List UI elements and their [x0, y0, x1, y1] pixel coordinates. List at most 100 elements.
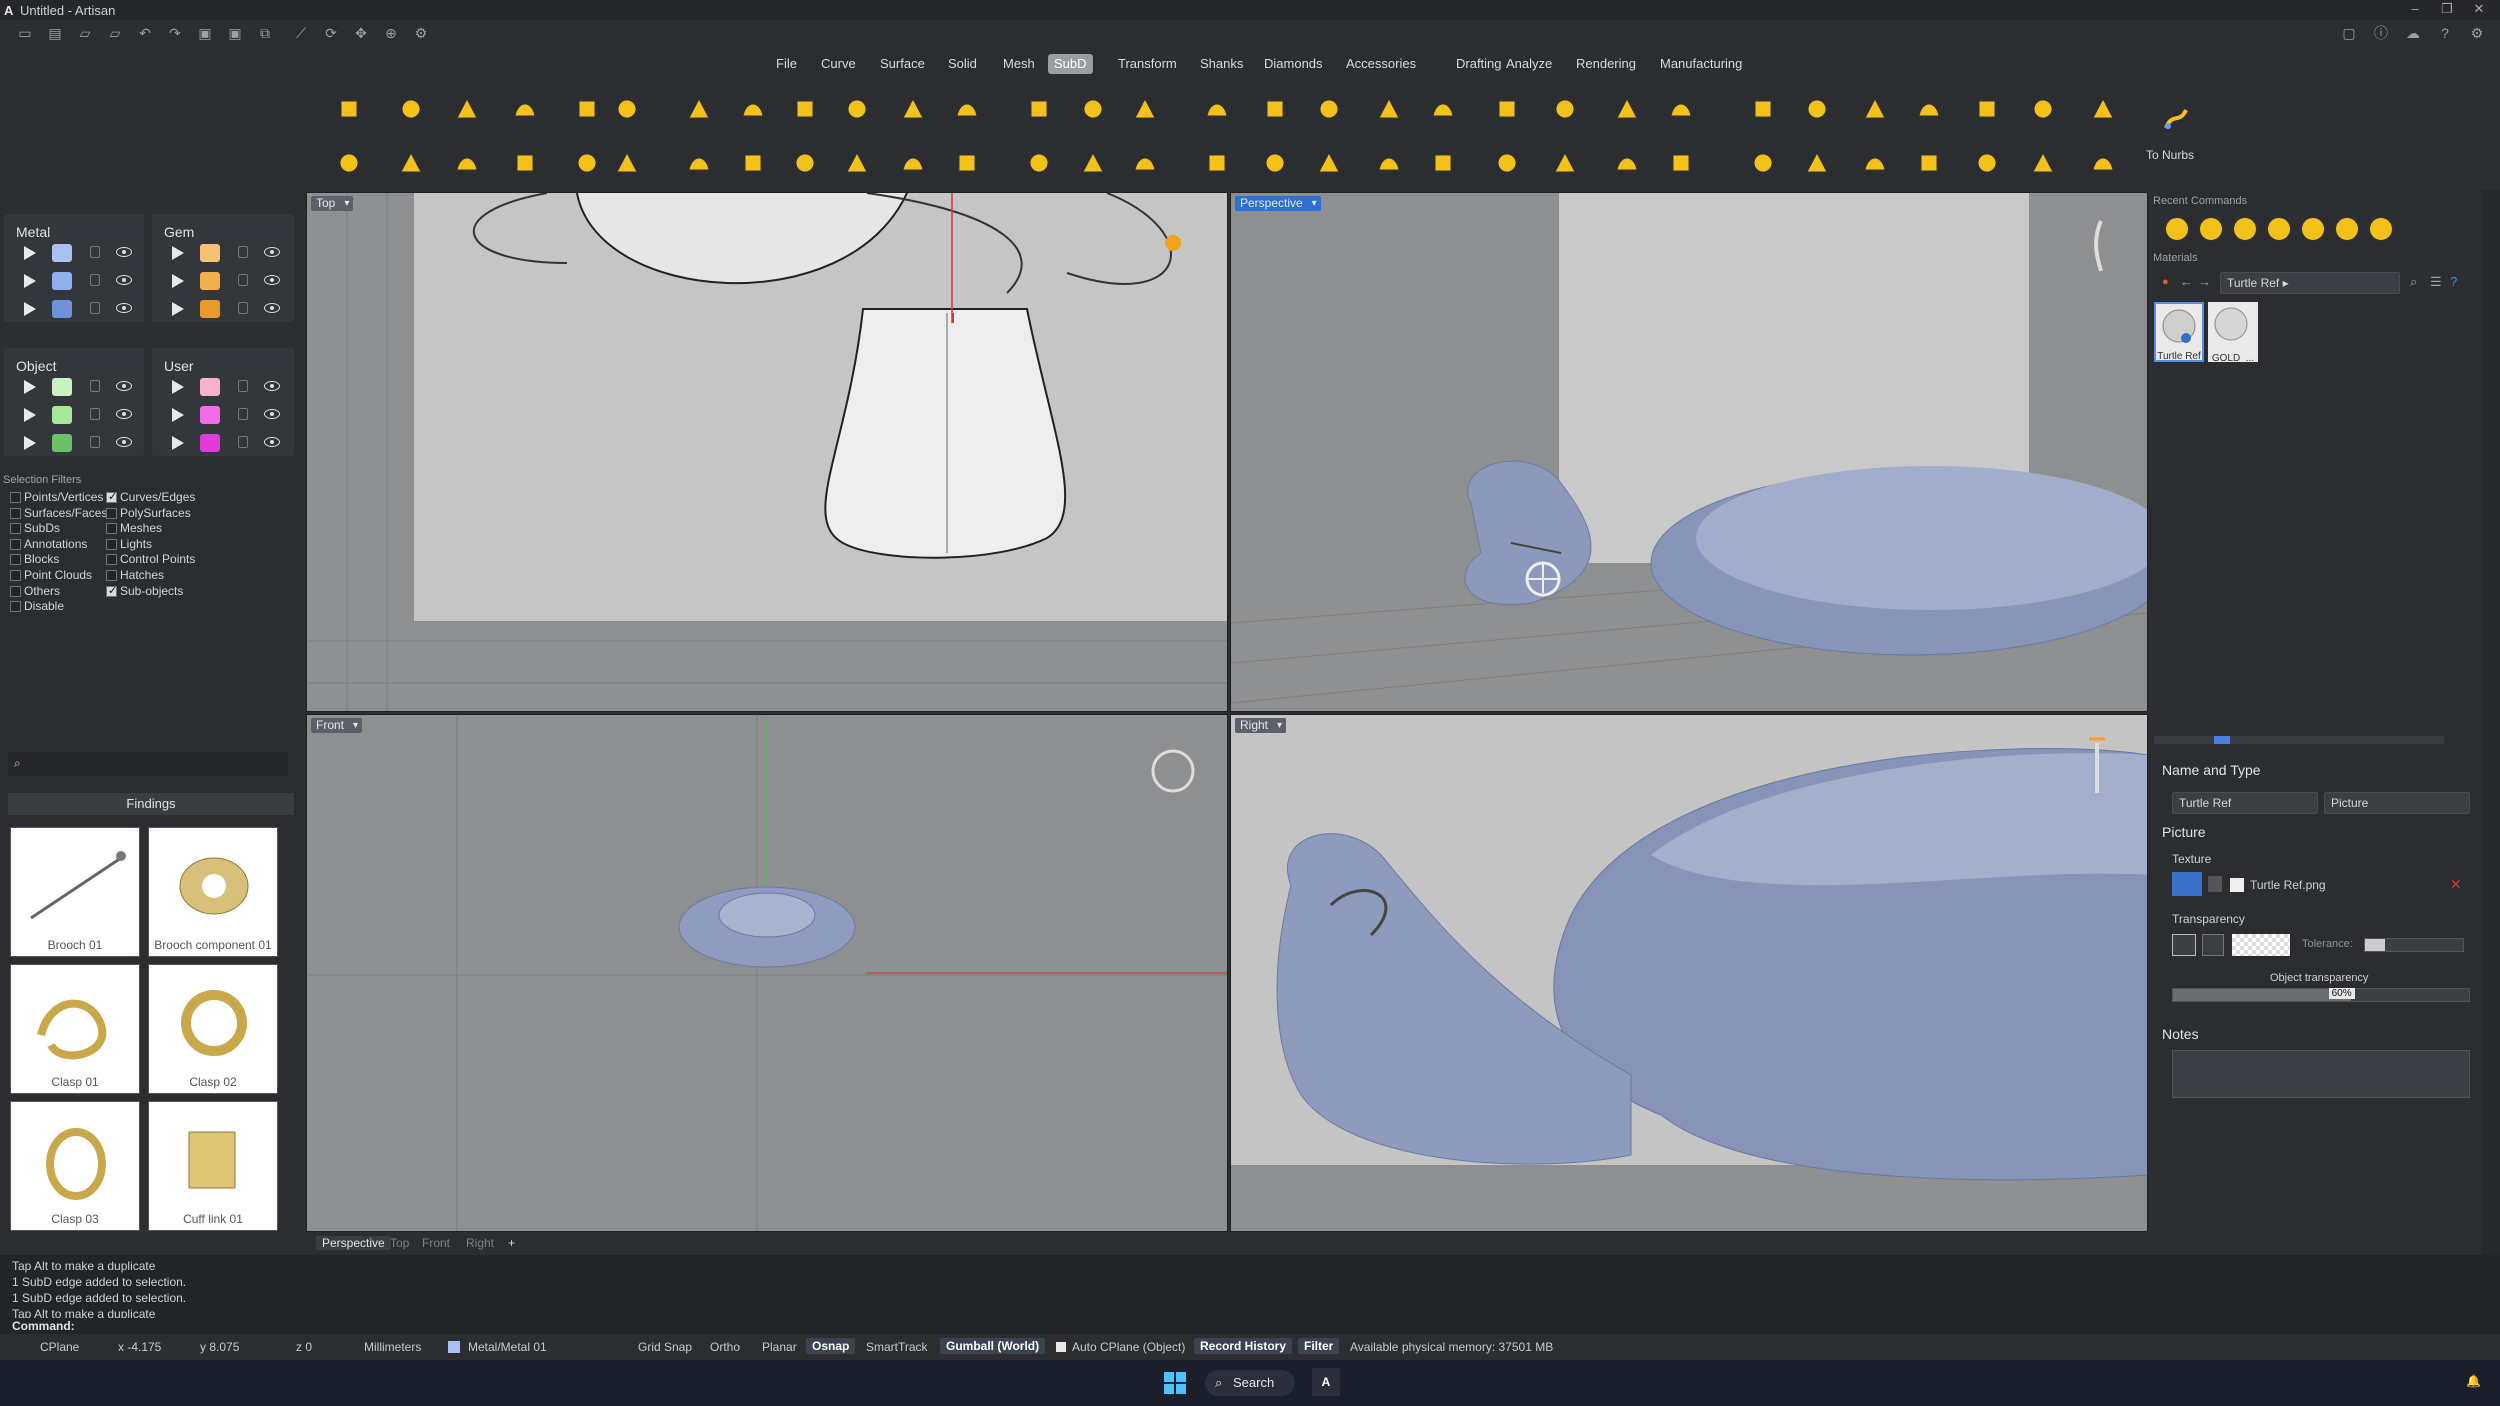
lock-icon[interactable] — [90, 380, 100, 392]
filter-checkbox[interactable] — [106, 554, 117, 566]
filter-checkbox[interactable] — [106, 490, 117, 505]
object-transparency-slider[interactable]: 60% — [2172, 988, 2470, 1002]
status-auto-cplane[interactable]: Auto CPlane (Object) — [1072, 1340, 1185, 1354]
redo-icon[interactable]: ↷ — [166, 24, 184, 42]
subd-tool-25-icon[interactable] — [1744, 90, 1782, 128]
subd-tool-58-icon[interactable] — [1856, 144, 1894, 182]
menu-solid[interactable]: Solid — [942, 54, 983, 74]
subd-tool-43-icon[interactable] — [948, 144, 986, 182]
back-icon[interactable]: ← — [2180, 274, 2193, 289]
viewport-label-front[interactable]: Front — [311, 718, 363, 733]
subd-tool-21-icon[interactable] — [1488, 90, 1526, 128]
subd-tool-30-icon[interactable] — [2024, 90, 2062, 128]
play-icon[interactable] — [172, 380, 184, 394]
layer-color-swatch[interactable] — [200, 434, 220, 452]
layer-row[interactable] — [12, 404, 142, 426]
filter-checkbox[interactable] — [10, 538, 21, 550]
subd-tool-7-icon[interactable] — [680, 90, 718, 128]
filter-checkbox[interactable] — [106, 584, 117, 599]
recent-command-7-icon[interactable] — [2362, 210, 2394, 242]
subd-tool-8-icon[interactable] — [734, 90, 772, 128]
layer-color-swatch[interactable] — [200, 406, 220, 424]
snap-icon[interactable]: ⟳ — [322, 24, 340, 42]
notes-field[interactable] — [2172, 1050, 2470, 1098]
status-cplane[interactable]: CPlane — [40, 1340, 79, 1354]
subd-tool-38-icon[interactable] — [680, 144, 718, 182]
lock-icon[interactable] — [238, 436, 248, 448]
library-category-dropdown[interactable]: Findings — [8, 793, 294, 815]
eye-icon[interactable] — [116, 381, 132, 391]
filter-checkbox[interactable] — [10, 492, 21, 503]
eye-icon[interactable] — [116, 275, 132, 285]
lock-icon[interactable] — [90, 246, 100, 258]
remove-texture-icon[interactable]: ✕ — [2450, 876, 2462, 893]
menu-shanks[interactable]: Shanks — [1194, 54, 1249, 74]
lock-icon[interactable] — [90, 302, 100, 314]
subd-tool-47-icon[interactable] — [1198, 144, 1236, 182]
tab-perspective[interactable]: Perspective — [316, 1236, 391, 1250]
subd-tool-42-icon[interactable] — [894, 144, 932, 182]
subd-tool-18-icon[interactable] — [1310, 90, 1348, 128]
selection-filter-meshes[interactable]: Meshes — [106, 521, 162, 536]
options-icon[interactable]: ⚙ — [2468, 24, 2486, 42]
recent-command-6-icon[interactable] — [2328, 210, 2360, 242]
subd-tool-46-icon[interactable] — [1126, 144, 1164, 182]
eye-icon[interactable] — [264, 303, 280, 313]
alpha-icon[interactable] — [2172, 934, 2196, 956]
subd-tool-40-icon[interactable] — [786, 144, 824, 182]
subd-tool-57-icon[interactable] — [1798, 144, 1836, 182]
layer-row[interactable] — [12, 270, 142, 292]
cloud-icon[interactable]: ☁ — [2404, 24, 2422, 42]
to-nurbs-icon[interactable] — [2156, 100, 2194, 138]
save-as-icon[interactable]: ▣ — [226, 24, 244, 42]
notification-icon[interactable]: 🔔 — [2466, 1374, 2481, 1388]
lock-icon[interactable] — [238, 274, 248, 286]
status-ortho[interactable]: Ortho — [710, 1340, 740, 1354]
menu-transform[interactable]: Transform — [1112, 54, 1183, 74]
menu-drafting[interactable]: Drafting — [1450, 54, 1508, 74]
eye-icon[interactable] — [116, 437, 132, 447]
status-grid-snap[interactable]: Grid Snap — [638, 1340, 692, 1354]
command-prompt[interactable]: Command: — [0, 1318, 2500, 1334]
material-breadcrumb[interactable]: Turtle Ref ▸ — [2220, 272, 2400, 294]
subd-tool-48-icon[interactable] — [1256, 144, 1294, 182]
subd-tool-54-icon[interactable] — [1608, 144, 1646, 182]
subd-tool-6-icon[interactable] — [608, 90, 646, 128]
subd-tool-51-icon[interactable] — [1424, 144, 1462, 182]
layer-row[interactable] — [160, 376, 290, 398]
selection-filter-point-clouds[interactable]: Point Clouds — [10, 568, 92, 583]
layer-color-swatch[interactable] — [200, 244, 220, 262]
menu-curve[interactable]: Curve — [815, 54, 862, 74]
subd-tool-52-icon[interactable] — [1488, 144, 1526, 182]
thumb-size-slider[interactable] — [2154, 736, 2444, 744]
eye-icon[interactable] — [264, 247, 280, 257]
eye-icon[interactable] — [264, 381, 280, 391]
subd-tool-10-icon[interactable] — [838, 90, 876, 128]
play-icon[interactable] — [24, 436, 36, 450]
subd-tool-34-icon[interactable] — [448, 144, 486, 182]
play-icon[interactable] — [24, 408, 36, 422]
play-icon[interactable] — [172, 246, 184, 260]
play-icon[interactable] — [172, 436, 184, 450]
subd-tool-39-icon[interactable] — [734, 144, 772, 182]
subd-tool-28-icon[interactable] — [1910, 90, 1948, 128]
layer-color-swatch[interactable] — [200, 378, 220, 396]
eye-icon[interactable] — [264, 437, 280, 447]
subd-tool-59-icon[interactable] — [1910, 144, 1948, 182]
auto-cplane-checkbox[interactable] — [1056, 1342, 1066, 1352]
layer-color-swatch[interactable] — [52, 434, 72, 452]
subd-tool-60-icon[interactable] — [1968, 144, 2006, 182]
tab-top[interactable]: Top — [390, 1236, 409, 1250]
subd-tool-14-icon[interactable] — [1074, 90, 1112, 128]
selection-filter-polysurfaces[interactable]: PolySurfaces — [106, 506, 191, 521]
selection-filter-annotations[interactable]: Annotations — [10, 537, 87, 552]
filter-checkbox[interactable] — [106, 538, 117, 550]
eyedropper-icon[interactable] — [2202, 934, 2224, 956]
eye-icon[interactable] — [264, 409, 280, 419]
subd-tool-23-icon[interactable] — [1608, 90, 1646, 128]
viewport-label-top[interactable]: Top — [311, 196, 354, 211]
selection-filter-curves-edges[interactable]: Curves/Edges — [106, 490, 195, 505]
save-icon[interactable]: ▣ — [196, 24, 214, 42]
material-thumb-gold[interactable]: GOLD_... — [2208, 302, 2258, 364]
add-tab-button[interactable]: + — [508, 1236, 515, 1250]
